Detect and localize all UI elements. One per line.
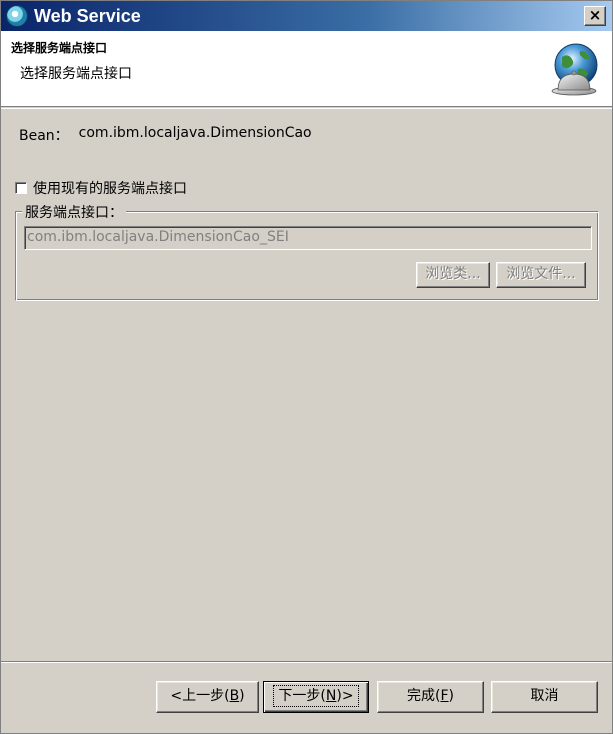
browse-class-button[interactable]: 浏览类... xyxy=(416,262,490,288)
close-button[interactable]: × xyxy=(584,6,606,26)
next-focus-ring: 下一步(N)> xyxy=(273,685,359,707)
footer-separator xyxy=(1,661,612,663)
close-icon: × xyxy=(588,6,602,24)
bean-info: Bean： com.ibm.localjava.DimensionCao xyxy=(19,125,312,145)
eclipse-app-icon xyxy=(6,5,28,27)
use-existing-sei-checkbox[interactable] xyxy=(15,182,27,194)
next-button-label: 下一步( xyxy=(278,688,326,704)
banner-separator xyxy=(1,108,612,109)
sei-input[interactable]: com.ibm.localjava.DimensionCao_SEI xyxy=(24,226,592,250)
finish-button-suffix: ) xyxy=(448,688,454,704)
finish-button[interactable]: 完成(F) xyxy=(377,681,484,713)
banner-description: 选择服务端点接口 xyxy=(20,66,132,82)
back-button-label: <上一步( xyxy=(170,688,230,704)
sei-group-legend: 服务端点接口： xyxy=(22,202,126,222)
use-existing-sei-label: 使用现有的服务端点接口 xyxy=(33,181,187,197)
sei-group: 服务端点接口： com.ibm.localjava.DimensionCao_S… xyxy=(15,202,599,301)
bean-value: com.ibm.localjava.DimensionCao xyxy=(78,125,312,141)
title-bar[interactable]: Web Service × xyxy=(1,1,612,31)
next-button[interactable]: 下一步(N)> xyxy=(263,681,369,713)
next-mnemonic: N xyxy=(325,688,337,704)
back-button-suffix: ) xyxy=(239,688,245,704)
next-button-suffix: )> xyxy=(336,688,354,704)
bean-label: Bean： xyxy=(19,128,69,144)
back-mnemonic: B xyxy=(229,688,240,704)
back-button[interactable]: <上一步(B) xyxy=(156,681,259,713)
window-title: Web Service xyxy=(34,5,141,26)
browse-file-button[interactable]: 浏览文件... xyxy=(496,262,586,288)
finish-mnemonic: F xyxy=(440,688,449,704)
globe-bell-icon xyxy=(551,43,598,96)
use-existing-sei-option[interactable]: 使用现有的服务端点接口 xyxy=(15,178,187,198)
cancel-button[interactable]: 取消 xyxy=(491,681,598,713)
finish-button-label: 完成( xyxy=(407,688,441,704)
banner-title: 选择服务端点接口 xyxy=(11,41,108,55)
web-service-dialog: Web Service × 选择服务端点接口 选择服务端点接口 Bean： co… xyxy=(0,0,613,734)
wizard-banner: 选择服务端点接口 选择服务端点接口 xyxy=(1,31,612,107)
